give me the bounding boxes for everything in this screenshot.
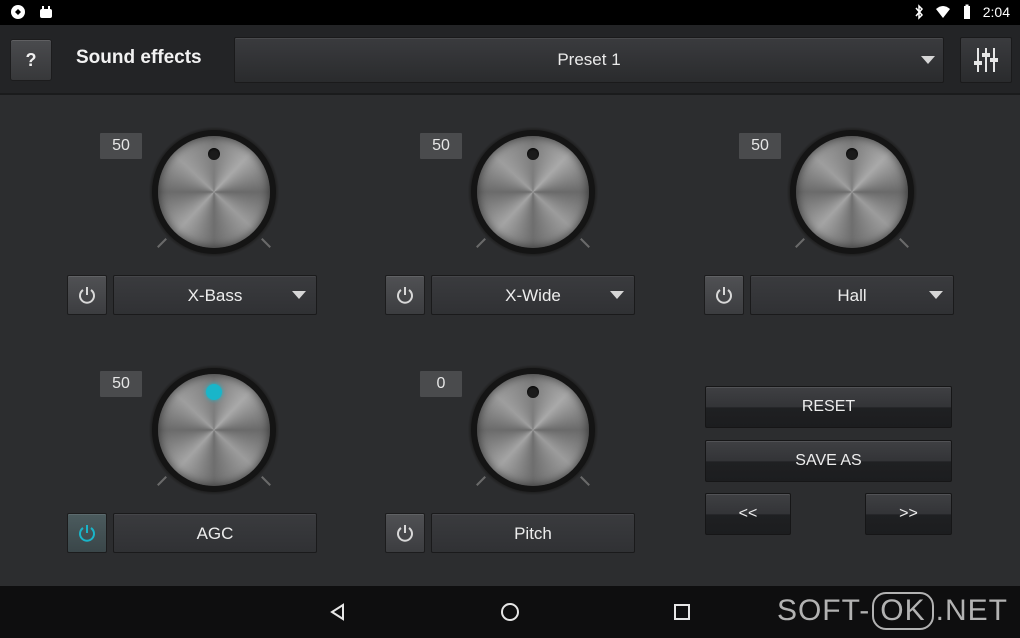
top-toolbar: ? Sound effects Preset 1 [0, 25, 1020, 95]
watermark-right: .NET [935, 594, 1008, 627]
home-icon[interactable] [498, 600, 522, 624]
hall-label: Hall [837, 286, 867, 305]
power-icon [716, 287, 732, 304]
page-title: Sound effects [76, 47, 202, 68]
agc-knob[interactable] [148, 364, 280, 496]
agc-label: AGC [196, 524, 234, 543]
equalizer-sliders-icon [974, 48, 998, 72]
xwide-label: X-Wide [505, 286, 561, 305]
status-bar: 2:04 [0, 0, 1020, 25]
xwide-value: 50 [420, 133, 462, 159]
battery-icon [963, 4, 970, 19]
navigation-bar: SOFT- OK .NET [0, 586, 1020, 638]
preset-label: Preset 1 [557, 50, 621, 69]
app-icon [11, 5, 25, 19]
pitch-value: 0 [420, 371, 462, 397]
bluetooth-icon [915, 4, 923, 20]
agc-label-box: AGC [113, 513, 317, 553]
hall-dropdown[interactable]: Hall [750, 275, 954, 315]
status-time: 2:04 [982, 4, 1010, 20]
recents-icon[interactable] [670, 600, 694, 624]
agc-power-button[interactable] [67, 513, 107, 553]
pitch-label: Pitch [514, 524, 552, 543]
back-icon[interactable] [326, 600, 350, 624]
xbass-dropdown[interactable]: X-Bass [113, 275, 317, 315]
xwide-knob[interactable] [467, 126, 599, 258]
chevron-down-icon [292, 291, 306, 299]
watermark-ok: OK [872, 592, 934, 630]
pitch-label-box: Pitch [431, 513, 635, 553]
chevron-down-icon [610, 291, 624, 299]
power-icon [79, 525, 95, 542]
chevron-down-icon [921, 56, 935, 64]
help-button[interactable]: ? [10, 39, 52, 81]
android-icon [40, 6, 52, 18]
equalizer-button[interactable] [960, 37, 1012, 83]
watermark-left: SOFT- [776, 594, 871, 627]
xbass-power-button[interactable] [67, 275, 107, 315]
preset-dropdown[interactable]: Preset 1 [234, 37, 944, 83]
xbass-label: X-Bass [187, 286, 243, 305]
next-preset-button[interactable]: >> [865, 493, 952, 535]
hall-value: 50 [739, 133, 781, 159]
power-icon [79, 287, 95, 304]
wifi-icon [935, 6, 950, 18]
pitch-knob[interactable] [467, 364, 599, 496]
xwide-power-button[interactable] [385, 275, 425, 315]
xbass-value: 50 [100, 133, 142, 159]
prev-preset-button[interactable]: << [705, 493, 791, 535]
hall-power-button[interactable] [704, 275, 744, 315]
hall-knob[interactable] [786, 126, 918, 258]
power-icon [397, 287, 413, 304]
agc-value: 50 [100, 371, 142, 397]
watermark: SOFT- OK .NET [777, 592, 1008, 630]
chevron-down-icon [929, 291, 943, 299]
power-icon [397, 525, 413, 542]
pitch-power-button[interactable] [385, 513, 425, 553]
xwide-dropdown[interactable]: X-Wide [431, 275, 635, 315]
reset-button[interactable]: RESET [705, 386, 952, 428]
save-as-button[interactable]: SAVE AS [705, 440, 952, 482]
xbass-knob[interactable] [148, 126, 280, 258]
